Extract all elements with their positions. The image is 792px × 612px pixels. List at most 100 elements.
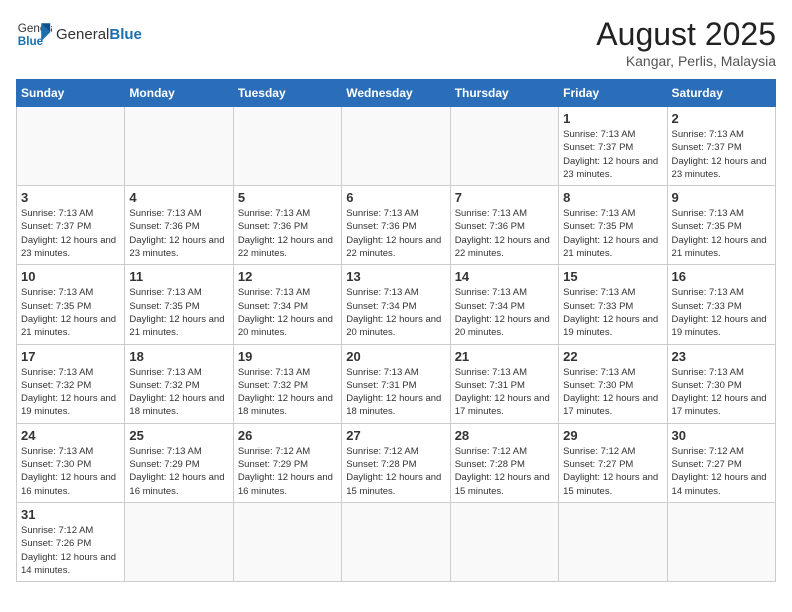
- calendar-cell: [450, 502, 558, 581]
- logo-icon: General Blue: [16, 16, 52, 52]
- day-info: Sunrise: 7:13 AM Sunset: 7:32 PM Dayligh…: [129, 366, 228, 419]
- calendar-cell: 3 Sunrise: 7:13 AM Sunset: 7:37 PM Daylig…: [17, 186, 125, 265]
- day-info: Sunrise: 7:13 AM Sunset: 7:37 PM Dayligh…: [672, 128, 771, 181]
- calendar-cell: 30Sunrise: 7:12 AM Sunset: 7:27 PM Dayli…: [667, 423, 775, 502]
- day-info: Sunrise: 7:13 AM Sunset: 7:36 PM Dayligh…: [129, 207, 228, 260]
- day-info: Sunrise: 7:13 AM Sunset: 7:32 PM Dayligh…: [21, 366, 120, 419]
- calendar-cell: 22 Sunrise: 7:13 AM Sunset: 7:30 PM Dayli…: [559, 344, 667, 423]
- calendar-cell: [450, 107, 558, 186]
- day-info: Sunrise: 7:13 AM Sunset: 7:33 PM Dayligh…: [672, 286, 771, 339]
- header: General Blue GeneralBlue August 2025 Kan…: [16, 16, 776, 69]
- day-number: 27: [346, 428, 445, 443]
- calendar-cell: 11 Sunrise: 7:13 AM Sunset: 7:35 PM Dayli…: [125, 265, 233, 344]
- calendar-cell: [559, 502, 667, 581]
- day-number: 24: [21, 428, 120, 443]
- day-number: 2: [672, 111, 771, 126]
- calendar-cell: 13 Sunrise: 7:13 AM Sunset: 7:34 PM Dayli…: [342, 265, 450, 344]
- header-friday: Friday: [559, 80, 667, 107]
- day-info: Sunrise: 7:13 AM Sunset: 7:31 PM Dayligh…: [455, 366, 554, 419]
- calendar-cell: [342, 502, 450, 581]
- day-number: 5: [238, 190, 337, 205]
- day-info: Sunrise: 7:12 AM Sunset: 7:28 PM Dayligh…: [346, 445, 445, 498]
- calendar-cell: 9 Sunrise: 7:13 AM Sunset: 7:35 PM Daylig…: [667, 186, 775, 265]
- day-number: 18: [129, 349, 228, 364]
- day-info: Sunrise: 7:13 AM Sunset: 7:30 PM Dayligh…: [672, 366, 771, 419]
- svg-text:Blue: Blue: [18, 35, 44, 48]
- header-thursday: Thursday: [450, 80, 558, 107]
- day-number: 6: [346, 190, 445, 205]
- day-info: Sunrise: 7:13 AM Sunset: 7:35 PM Dayligh…: [129, 286, 228, 339]
- day-info: Sunrise: 7:12 AM Sunset: 7:27 PM Dayligh…: [563, 445, 662, 498]
- day-number: 3: [21, 190, 120, 205]
- day-info: Sunrise: 7:13 AM Sunset: 7:35 PM Dayligh…: [672, 207, 771, 260]
- calendar-cell: 4 Sunrise: 7:13 AM Sunset: 7:36 PM Daylig…: [125, 186, 233, 265]
- calendar-week-4: 24 Sunrise: 7:13 AM Sunset: 7:30 PM Dayli…: [17, 423, 776, 502]
- calendar-cell: 29Sunrise: 7:12 AM Sunset: 7:27 PM Dayli…: [559, 423, 667, 502]
- calendar: SundayMondayTuesdayWednesdayThursdayFrid…: [16, 79, 776, 582]
- day-info: Sunrise: 7:13 AM Sunset: 7:35 PM Dayligh…: [563, 207, 662, 260]
- calendar-cell: 20 Sunrise: 7:13 AM Sunset: 7:31 PM Dayli…: [342, 344, 450, 423]
- calendar-week-3: 17 Sunrise: 7:13 AM Sunset: 7:32 PM Dayli…: [17, 344, 776, 423]
- header-wednesday: Wednesday: [342, 80, 450, 107]
- calendar-cell: [125, 502, 233, 581]
- calendar-week-0: 1 Sunrise: 7:13 AM Sunset: 7:37 PM Daylig…: [17, 107, 776, 186]
- calendar-cell: [125, 107, 233, 186]
- calendar-cell: 18 Sunrise: 7:13 AM Sunset: 7:32 PM Dayli…: [125, 344, 233, 423]
- calendar-cell: [233, 502, 341, 581]
- day-info: Sunrise: 7:13 AM Sunset: 7:30 PM Dayligh…: [563, 366, 662, 419]
- day-info: Sunrise: 7:13 AM Sunset: 7:35 PM Dayligh…: [21, 286, 120, 339]
- day-info: Sunrise: 7:12 AM Sunset: 7:29 PM Dayligh…: [238, 445, 337, 498]
- day-number: 30: [672, 428, 771, 443]
- day-info: Sunrise: 7:12 AM Sunset: 7:28 PM Dayligh…: [455, 445, 554, 498]
- day-number: 4: [129, 190, 228, 205]
- calendar-cell: 23 Sunrise: 7:13 AM Sunset: 7:30 PM Dayli…: [667, 344, 775, 423]
- day-number: 11: [129, 269, 228, 284]
- title-area: August 2025 Kangar, Perlis, Malaysia: [596, 16, 776, 69]
- day-number: 9: [672, 190, 771, 205]
- day-number: 17: [21, 349, 120, 364]
- day-info: Sunrise: 7:13 AM Sunset: 7:30 PM Dayligh…: [21, 445, 120, 498]
- day-number: 20: [346, 349, 445, 364]
- day-number: 13: [346, 269, 445, 284]
- calendar-cell: 2 Sunrise: 7:13 AM Sunset: 7:37 PM Daylig…: [667, 107, 775, 186]
- day-info: Sunrise: 7:13 AM Sunset: 7:33 PM Dayligh…: [563, 286, 662, 339]
- calendar-cell: [342, 107, 450, 186]
- location-title: Kangar, Perlis, Malaysia: [596, 53, 776, 69]
- calendar-cell: 21 Sunrise: 7:13 AM Sunset: 7:31 PM Dayli…: [450, 344, 558, 423]
- day-info: Sunrise: 7:13 AM Sunset: 7:29 PM Dayligh…: [129, 445, 228, 498]
- calendar-cell: 14Sunrise: 7:13 AM Sunset: 7:34 PM Dayli…: [450, 265, 558, 344]
- day-number: 12: [238, 269, 337, 284]
- calendar-header-row: SundayMondayTuesdayWednesdayThursdayFrid…: [17, 80, 776, 107]
- calendar-cell: [233, 107, 341, 186]
- header-tuesday: Tuesday: [233, 80, 341, 107]
- calendar-cell: 26Sunrise: 7:12 AM Sunset: 7:29 PM Dayli…: [233, 423, 341, 502]
- calendar-cell: 5Sunrise: 7:13 AM Sunset: 7:36 PM Daylig…: [233, 186, 341, 265]
- day-number: 7: [455, 190, 554, 205]
- day-number: 21: [455, 349, 554, 364]
- calendar-cell: [17, 107, 125, 186]
- day-number: 1: [563, 111, 662, 126]
- day-info: Sunrise: 7:13 AM Sunset: 7:34 PM Dayligh…: [455, 286, 554, 339]
- calendar-cell: 27 Sunrise: 7:12 AM Sunset: 7:28 PM Dayli…: [342, 423, 450, 502]
- calendar-cell: 1Sunrise: 7:13 AM Sunset: 7:37 PM Daylig…: [559, 107, 667, 186]
- day-number: 23: [672, 349, 771, 364]
- day-info: Sunrise: 7:12 AM Sunset: 7:26 PM Dayligh…: [21, 524, 120, 577]
- month-title: August 2025: [596, 16, 776, 53]
- calendar-week-2: 10Sunrise: 7:13 AM Sunset: 7:35 PM Dayli…: [17, 265, 776, 344]
- header-sunday: Sunday: [17, 80, 125, 107]
- day-info: Sunrise: 7:13 AM Sunset: 7:31 PM Dayligh…: [346, 366, 445, 419]
- day-info: Sunrise: 7:13 AM Sunset: 7:36 PM Dayligh…: [346, 207, 445, 260]
- calendar-cell: 15Sunrise: 7:13 AM Sunset: 7:33 PM Dayli…: [559, 265, 667, 344]
- calendar-cell: 17 Sunrise: 7:13 AM Sunset: 7:32 PM Dayli…: [17, 344, 125, 423]
- logo: General Blue GeneralBlue: [16, 16, 142, 52]
- calendar-cell: [667, 502, 775, 581]
- calendar-cell: 28Sunrise: 7:12 AM Sunset: 7:28 PM Dayli…: [450, 423, 558, 502]
- header-saturday: Saturday: [667, 80, 775, 107]
- day-number: 22: [563, 349, 662, 364]
- calendar-cell: 19Sunrise: 7:13 AM Sunset: 7:32 PM Dayli…: [233, 344, 341, 423]
- day-info: Sunrise: 7:13 AM Sunset: 7:37 PM Dayligh…: [21, 207, 120, 260]
- day-info: Sunrise: 7:13 AM Sunset: 7:32 PM Dayligh…: [238, 366, 337, 419]
- calendar-cell: 7 Sunrise: 7:13 AM Sunset: 7:36 PM Daylig…: [450, 186, 558, 265]
- day-info: Sunrise: 7:13 AM Sunset: 7:36 PM Dayligh…: [455, 207, 554, 260]
- day-info: Sunrise: 7:13 AM Sunset: 7:34 PM Dayligh…: [346, 286, 445, 339]
